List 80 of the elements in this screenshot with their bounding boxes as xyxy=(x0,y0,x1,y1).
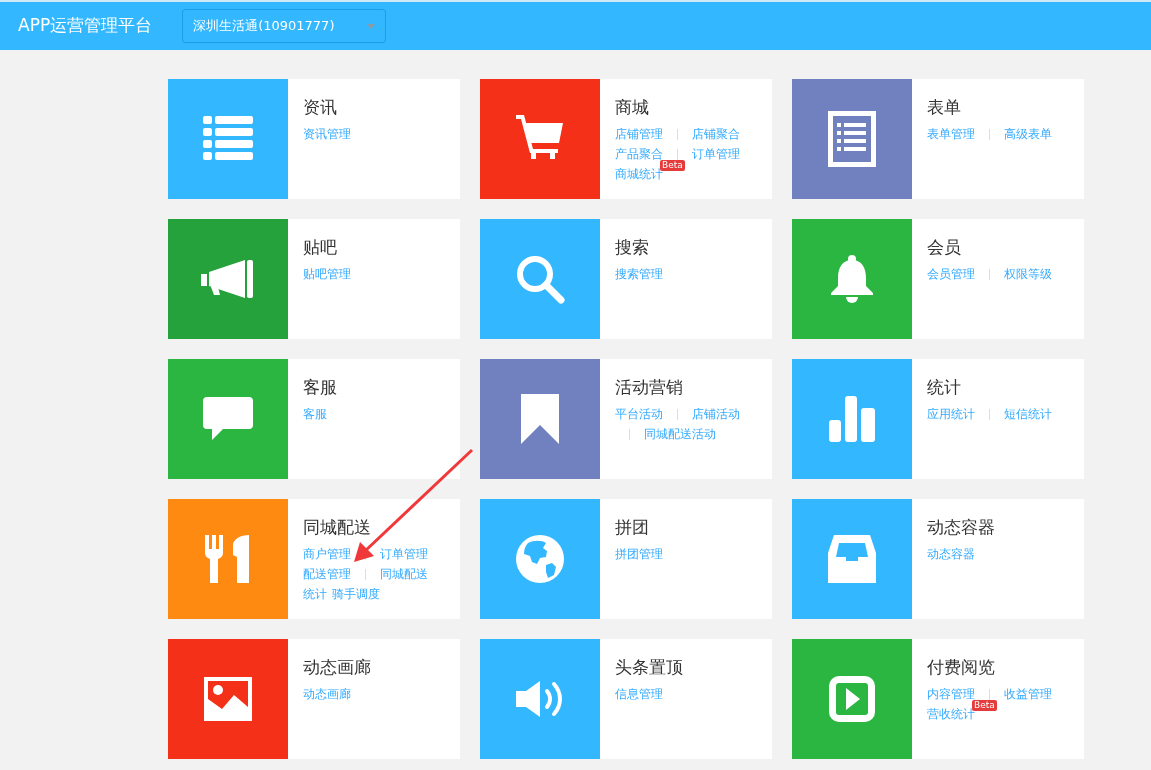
module-icon-tile[interactable] xyxy=(480,79,600,199)
module-link[interactable]: 动态容器 xyxy=(927,545,975,563)
module-title: 付费阅览 xyxy=(927,656,996,679)
module-title: 统计 xyxy=(927,376,962,399)
bell-icon xyxy=(829,255,875,303)
module-icon-tile[interactable] xyxy=(168,79,288,199)
module-link[interactable]: 搜索管理 xyxy=(615,265,663,283)
beta-badge: Beta xyxy=(660,159,685,171)
module-link[interactable]: 配送管理 xyxy=(303,565,351,583)
module-title: 同城配送 xyxy=(303,516,372,539)
module-title: 头条置顶 xyxy=(615,656,684,679)
module-icon-tile[interactable] xyxy=(168,499,288,619)
module-link[interactable]: 信息管理 xyxy=(615,685,663,703)
module-title: 拼团 xyxy=(615,516,650,539)
module-link[interactable]: 收益管理 xyxy=(1004,685,1052,703)
module-link[interactable]: 动态画廊 xyxy=(303,685,351,703)
form-icon xyxy=(828,111,876,167)
module-icon-tile[interactable] xyxy=(792,219,912,339)
module-link[interactable]: 客服 xyxy=(303,405,327,423)
module-link[interactable]: 同城配送活动 xyxy=(644,425,716,443)
module-link[interactable]: 表单管理 xyxy=(927,125,975,143)
module-title: 表单 xyxy=(927,96,962,119)
module-title: 客服 xyxy=(303,376,338,399)
module-title: 搜索 xyxy=(615,236,650,259)
module-icon-tile[interactable] xyxy=(792,79,912,199)
module-icon-tile[interactable] xyxy=(480,639,600,759)
module-link[interactable]: 订单管理 xyxy=(692,145,740,163)
module-icon-tile[interactable] xyxy=(792,639,912,759)
module-title: 动态画廊 xyxy=(303,656,372,679)
module-link[interactable]: 短信统计 xyxy=(1004,405,1052,423)
module-link[interactable]: 营收统计 xyxy=(927,705,975,723)
module-link[interactable]: 店铺聚合 xyxy=(692,125,740,143)
speech-bubble-icon xyxy=(203,397,253,441)
fork-knife-icon xyxy=(205,535,251,583)
module-title: 贴吧 xyxy=(303,236,338,259)
module-icon-tile[interactable] xyxy=(480,219,600,339)
module-title: 动态容器 xyxy=(927,516,996,539)
module-link[interactable]: 商城统计 xyxy=(615,165,663,183)
module-title: 资讯 xyxy=(303,96,338,119)
module-link[interactable]: 内容管理 xyxy=(927,685,975,703)
module-icon-tile[interactable] xyxy=(792,359,912,479)
module-link[interactable]: 应用统计 xyxy=(927,405,975,423)
module-link[interactable]: 拼团管理 xyxy=(615,545,663,563)
globe-icon xyxy=(516,535,564,583)
bookmark-icon xyxy=(521,394,559,444)
module-title: 会员 xyxy=(927,236,962,259)
search-icon xyxy=(515,254,565,304)
bar-chart-icon xyxy=(829,396,875,442)
module-link[interactable]: 贴吧管理 xyxy=(303,265,351,283)
play-icon xyxy=(829,676,875,722)
module-link[interactable]: 骑手调度 xyxy=(332,585,380,603)
picture-icon xyxy=(204,677,252,721)
module-icon-tile[interactable] xyxy=(168,219,288,339)
module-link[interactable]: 同城配送 xyxy=(380,565,428,583)
module-link[interactable]: 统计 xyxy=(303,585,327,603)
module-icon-tile[interactable] xyxy=(168,639,288,759)
module-icon-tile[interactable] xyxy=(168,359,288,479)
megaphone-icon xyxy=(201,260,255,298)
module-link[interactable]: 店铺活动 xyxy=(692,405,740,423)
module-link[interactable]: 产品聚合 xyxy=(615,145,663,163)
module-link[interactable]: 订单管理 xyxy=(380,545,428,563)
module-link[interactable]: 商户管理 xyxy=(303,545,351,563)
module-link[interactable]: 资讯管理 xyxy=(303,125,351,143)
module-link[interactable]: 高级表单 xyxy=(1004,125,1052,143)
inbox-icon xyxy=(828,535,876,583)
list-icon xyxy=(203,116,253,162)
module-link[interactable]: 平台活动 xyxy=(615,405,663,423)
module-title: 商城 xyxy=(615,96,650,119)
module-icon-tile[interactable] xyxy=(792,499,912,619)
module-icon-tile[interactable] xyxy=(480,499,600,619)
beta-badge: Beta xyxy=(972,699,997,711)
module-link[interactable]: 会员管理 xyxy=(927,265,975,283)
module-link[interactable]: 权限等级 xyxy=(1004,265,1052,283)
module-icon-tile[interactable] xyxy=(480,359,600,479)
platform-title: APP运营管理平台 xyxy=(18,14,153,38)
app-select[interactable]: 深圳生活通(10901777) xyxy=(182,9,387,43)
module-link[interactable]: 店铺管理 xyxy=(615,125,663,143)
caret-icon xyxy=(367,23,376,29)
module-title: 活动营销 xyxy=(615,376,684,399)
speaker-icon xyxy=(516,679,564,719)
